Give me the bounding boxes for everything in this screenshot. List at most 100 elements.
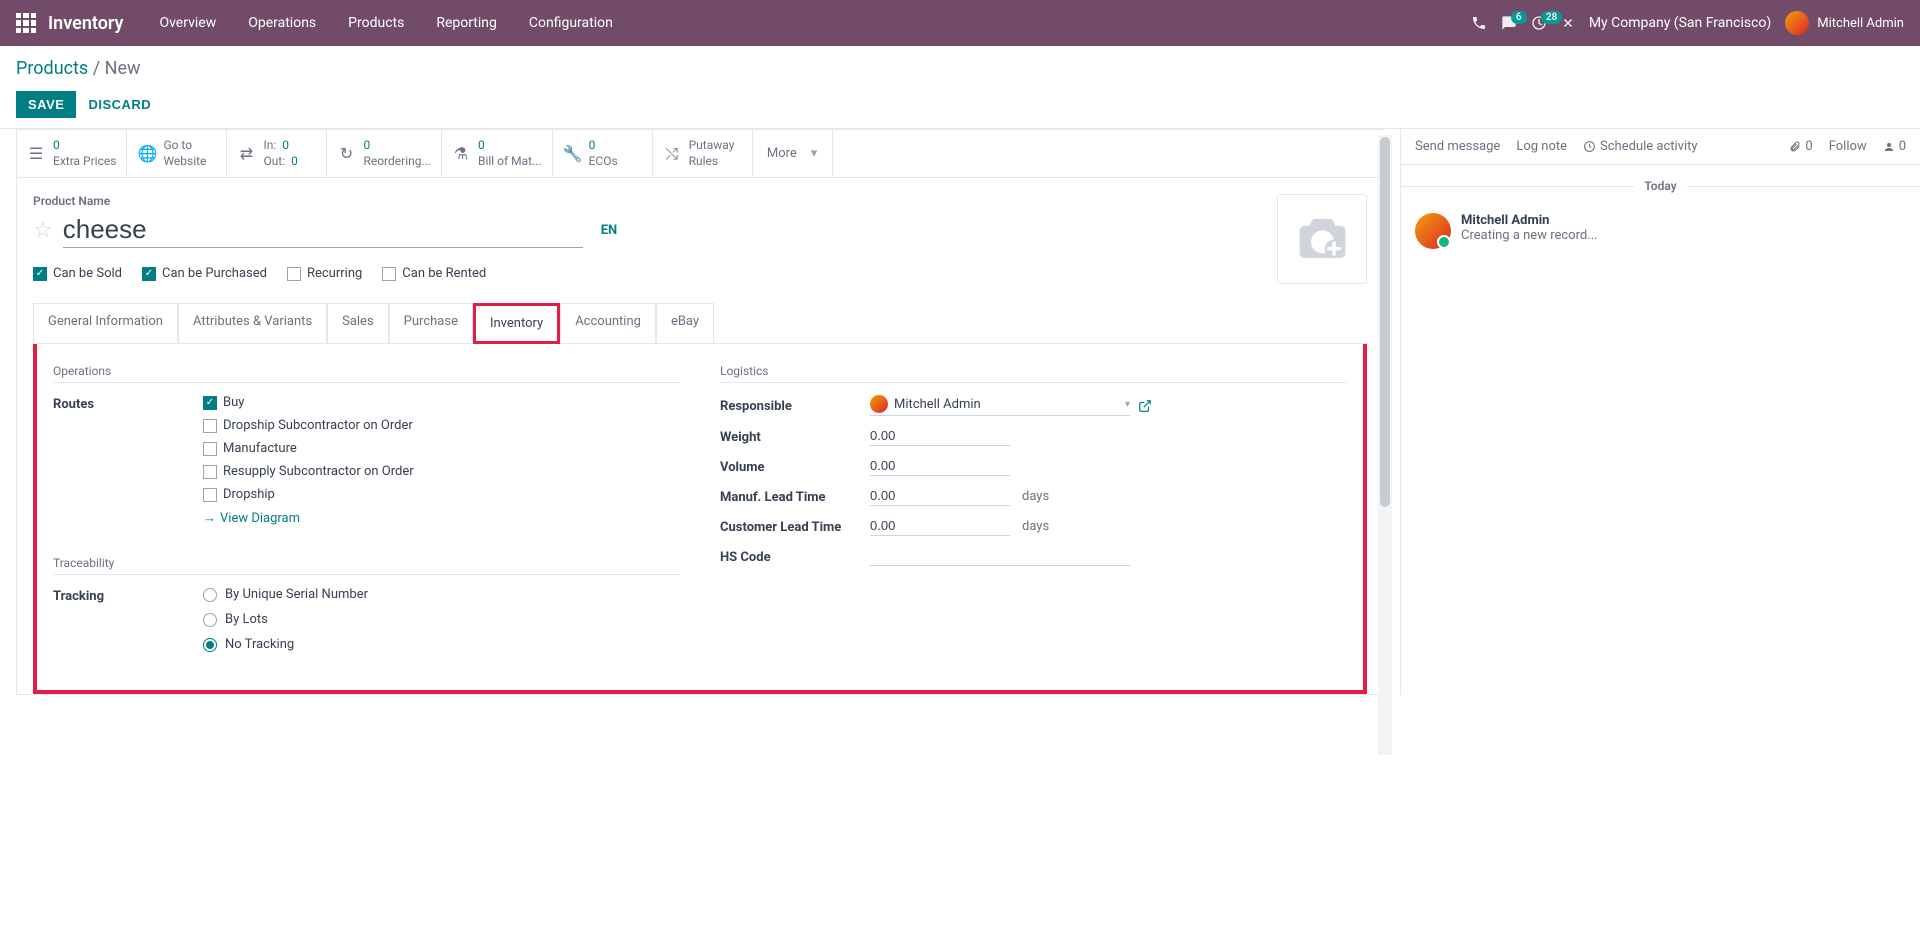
tab-purchase[interactable]: Purchase [389, 303, 473, 344]
menu-operations[interactable]: Operations [232, 0, 332, 46]
checkbox-icon [382, 267, 396, 281]
activities-badge: 28 [1541, 11, 1562, 24]
route-resupply-subcontractor[interactable]: Resupply Subcontractor on Order [203, 464, 680, 479]
tracking-by-serial[interactable]: By Unique Serial Number [203, 587, 680, 602]
option-recurring[interactable]: Recurring [287, 266, 362, 281]
customer-lead-time-input[interactable] [870, 516, 1010, 536]
close-debug-icon[interactable] [1561, 16, 1575, 30]
manuf-lead-time-input[interactable] [870, 486, 1010, 506]
tracking-none[interactable]: No Tracking [203, 637, 680, 652]
avatar [1415, 213, 1451, 249]
external-link-icon[interactable] [1138, 399, 1152, 413]
avatar [870, 395, 888, 413]
message-author: Mitchell Admin [1461, 213, 1598, 228]
send-message-button[interactable]: Send message [1415, 139, 1500, 154]
flask-icon: ⚗ [452, 144, 470, 163]
form-tabs: General Information Attributes & Variant… [33, 302, 1367, 344]
option-can-be-rented[interactable]: Can be Rented [382, 266, 486, 281]
stat-putaway[interactable]: ⤭ PutawayRules [653, 130, 753, 177]
stat-goto-website[interactable]: 🌐 Go toWebsite [127, 130, 227, 177]
tab-attributes-variants[interactable]: Attributes & Variants [178, 303, 327, 344]
menu-products[interactable]: Products [332, 0, 420, 46]
tab-accounting[interactable]: Accounting [560, 303, 656, 344]
customer-lead-time-unit: days [1022, 519, 1049, 534]
menu-reporting[interactable]: Reporting [420, 0, 513, 46]
route-dropship[interactable]: Dropship [203, 487, 680, 502]
route-dropship-subcontractor[interactable]: Dropship Subcontractor on Order [203, 418, 680, 433]
message-body: Creating a new record... [1461, 228, 1598, 243]
stat-reordering[interactable]: ↻ 0Reordering... [327, 130, 442, 177]
weight-input[interactable] [870, 426, 1010, 446]
activities-icon[interactable]: 28 [1531, 15, 1547, 31]
chatter: Send message Log note Schedule activity … [1400, 129, 1920, 695]
control-bar: Products / New SAVE DISCARD [0, 46, 1920, 128]
shuffle-icon: ⤭ [663, 144, 681, 164]
avatar [1785, 11, 1809, 35]
routes-label: Routes [53, 395, 203, 412]
company-selector[interactable]: My Company (San Francisco) [1589, 15, 1771, 31]
main-menu: Overview Operations Products Reporting C… [143, 0, 628, 46]
refresh-icon: ↻ [337, 144, 355, 163]
menu-overview[interactable]: Overview [143, 0, 232, 46]
breadcrumb-products[interactable]: Products [16, 58, 88, 79]
route-manufacture[interactable]: Manufacture [203, 441, 680, 456]
stat-extra-prices[interactable]: ☰ 0Extra Prices [17, 130, 127, 177]
transfer-icon: ⇄ [237, 144, 255, 163]
checkbox-icon [203, 488, 217, 502]
systray: 6 28 My Company (San Francisco) Mitchell… [1471, 11, 1904, 35]
tracking-by-lots[interactable]: By Lots [203, 612, 680, 627]
stat-button-box: ☰ 0Extra Prices 🌐 Go toWebsite ⇄ In:0 Ou… [16, 129, 1384, 178]
manuf-lead-time-unit: days [1022, 489, 1049, 504]
tab-ebay[interactable]: eBay [656, 303, 714, 344]
tab-general-information[interactable]: General Information [33, 303, 178, 344]
view-diagram-link[interactable]: →View Diagram [203, 510, 680, 526]
apps-menu-icon[interactable] [16, 13, 36, 33]
messages-icon[interactable]: 6 [1501, 15, 1517, 31]
weight-label: Weight [720, 428, 870, 445]
wrench-icon: 🔧 [563, 144, 581, 163]
favorite-star-icon[interactable]: ☆ [33, 218, 53, 243]
responsible-field[interactable]: Mitchell Admin ▾ [870, 395, 1130, 416]
lang-button[interactable]: EN [601, 223, 618, 238]
section-operations-title: Operations [53, 364, 680, 383]
menu-configuration[interactable]: Configuration [513, 0, 629, 46]
product-image-upload[interactable] [1277, 194, 1367, 284]
stat-more-button[interactable]: More▾ [753, 130, 833, 177]
scrollbar[interactable] [1378, 135, 1392, 755]
hs-code-input[interactable] [870, 546, 1130, 566]
tab-inventory-content: Operations Routes ✓Buy Dropship Subcontr… [33, 344, 1367, 694]
tab-inventory[interactable]: Inventory [473, 303, 560, 344]
phone-icon[interactable] [1471, 15, 1487, 31]
chatter-topbar: Send message Log note Schedule activity … [1401, 129, 1920, 165]
stat-ecos[interactable]: 🔧 0ECOs [553, 130, 653, 177]
volume-label: Volume [720, 458, 870, 475]
stat-bom[interactable]: ⚗ 0Bill of Mat... [442, 130, 553, 177]
user-menu[interactable]: Mitchell Admin [1785, 11, 1904, 35]
option-can-be-sold[interactable]: ✓Can be Sold [33, 266, 122, 281]
globe-icon: 🌐 [137, 144, 155, 163]
radio-icon [203, 638, 217, 652]
section-logistics-title: Logistics [720, 364, 1347, 383]
attachments-button[interactable]: 0 [1789, 139, 1812, 154]
product-name-label: Product Name [33, 194, 1261, 208]
user-name: Mitchell Admin [1817, 16, 1904, 31]
top-navbar: Inventory Overview Operations Products R… [0, 0, 1920, 46]
chevron-down-icon[interactable]: ▾ [1125, 399, 1130, 410]
stat-transfers[interactable]: ⇄ In:0 Out:0 [227, 130, 327, 177]
radio-icon [203, 588, 217, 602]
route-buy[interactable]: ✓Buy [203, 395, 680, 410]
volume-input[interactable] [870, 456, 1010, 476]
breadcrumb: Products / New [16, 58, 1904, 79]
follow-button[interactable]: Follow [1829, 139, 1867, 154]
log-note-button[interactable]: Log note [1516, 139, 1567, 154]
discard-button[interactable]: DISCARD [88, 97, 151, 112]
schedule-activity-button[interactable]: Schedule activity [1583, 139, 1698, 154]
app-brand[interactable]: Inventory [48, 13, 123, 34]
followers-button[interactable]: 0 [1883, 139, 1906, 154]
checkbox-icon [203, 465, 217, 479]
product-name-input[interactable] [63, 212, 583, 248]
checkbox-icon: ✓ [33, 267, 47, 281]
tab-sales[interactable]: Sales [327, 303, 389, 344]
save-button[interactable]: SAVE [16, 91, 76, 118]
option-can-be-purchased[interactable]: ✓Can be Purchased [142, 266, 267, 281]
